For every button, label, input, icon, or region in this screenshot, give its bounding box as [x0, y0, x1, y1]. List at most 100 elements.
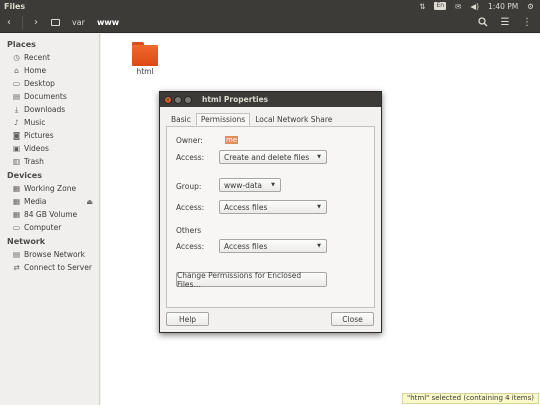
desktop-folder-icon: ▭ — [12, 79, 21, 88]
sidebar-item-computer[interactable]: ▭ Computer — [0, 221, 99, 234]
group-access-value: Access files — [224, 202, 268, 212]
status-bar: "html" selected (containing 4 items) — [401, 393, 539, 404]
sidebar-item-label: Music — [24, 118, 46, 127]
others-access-select[interactable]: Access files ▼ — [219, 239, 327, 253]
breadcrumb-var[interactable]: var — [72, 18, 85, 27]
drive-icon: ▦ — [12, 197, 21, 206]
documents-folder-icon: ▤ — [12, 92, 21, 101]
sidebar-item-videos[interactable]: ▣ Videos — [0, 142, 99, 155]
sidebar-item-music[interactable]: ♪ Music — [0, 116, 99, 129]
folder-html[interactable]: html — [130, 42, 160, 76]
sidebar-item-label: Home — [24, 66, 47, 75]
chevron-down-icon: ▼ — [317, 204, 321, 210]
keyboard-layout-indicator[interactable]: En — [434, 2, 447, 10]
permissions-panel: Owner: me Access: Create and delete file… — [166, 126, 375, 308]
sidebar-item-connect-to-server[interactable]: ⇄ Connect to Server — [0, 261, 99, 274]
sidebar-item-label: Browse Network — [24, 250, 86, 259]
chevron-down-icon: ▼ — [317, 243, 321, 249]
sidebar-item-media[interactable]: ▦ Media ⏏ — [0, 195, 99, 208]
sidebar-item-label: Recent — [24, 53, 50, 62]
list-view-icon[interactable]: ☰ — [496, 14, 514, 31]
volume-icon[interactable]: ◀) — [470, 2, 479, 11]
videos-icon: ▣ — [12, 144, 21, 153]
others-access-value: Access files — [224, 241, 268, 251]
drive-icon: ▦ — [12, 210, 21, 219]
sidebar-item-label: Desktop — [24, 79, 55, 88]
group-access-select[interactable]: Access files ▼ — [219, 200, 327, 214]
change-permissions-enclosed-button[interactable]: Change Permissions for Enclosed Files… — [176, 271, 327, 289]
clock[interactable]: 1:40 PM — [488, 2, 518, 11]
sidebar-item-label: Media — [24, 197, 47, 206]
help-button[interactable]: Help — [166, 312, 209, 326]
gear-icon[interactable]: ⚙ — [527, 2, 534, 11]
back-button[interactable]: ‹ — [0, 14, 18, 31]
drive-icon[interactable] — [51, 18, 60, 26]
sidebar-item-label: 84 GB Volume — [24, 210, 78, 219]
minimize-window-button[interactable] — [174, 95, 182, 104]
network-icon: ▤ — [12, 250, 21, 259]
others-heading: Others — [176, 226, 202, 235]
close-button[interactable]: Close — [331, 312, 374, 326]
dialog-titlebar[interactable]: × html Properties — [160, 92, 381, 107]
owner-access-value: Create and delete files — [224, 152, 310, 162]
app-name: Files — [4, 1, 26, 11]
sidebar-item-documents[interactable]: ▤ Documents — [0, 90, 99, 103]
breadcrumb-www[interactable]: www — [97, 18, 119, 27]
sidebar-item-label: Trash — [24, 157, 44, 166]
sidebar-item-downloads[interactable]: ⤓ Downloads — [0, 103, 99, 116]
search-icon[interactable] — [474, 14, 492, 31]
owner-access-select[interactable]: Create and delete files ▼ — [219, 150, 327, 164]
sidebar-item-desktop[interactable]: ▭ Desktop — [0, 77, 99, 90]
sidebar-item-label: Computer — [24, 223, 62, 232]
sidebar-item-pictures[interactable]: ◙ Pictures — [0, 129, 99, 142]
home-icon: ⌂ — [14, 66, 19, 75]
sidebar-item-84gb-volume[interactable]: ▦ 84 GB Volume — [0, 208, 99, 221]
properties-dialog: × html Properties Basic Permissions Loca… — [159, 91, 382, 333]
network-updown-icon[interactable]: ⇅ — [419, 2, 425, 11]
camera-icon: ◙ — [12, 131, 21, 140]
toolbar-divider — [22, 15, 23, 29]
tab-local-network-share[interactable]: Local Network Share — [250, 113, 337, 126]
dialog-footer: Help Close — [160, 304, 381, 332]
drive-icon: ▦ — [12, 184, 21, 193]
devices-heading: Devices — [7, 171, 42, 180]
sidebar-item-working-zone[interactable]: ▦ Working Zone — [0, 182, 99, 195]
eject-icon[interactable]: ⏏ — [86, 198, 93, 206]
header-bar: ‹ › var www ☰ ⋮ — [0, 12, 540, 33]
sidebar-item-home[interactable]: ⌂ Home — [0, 64, 99, 77]
forward-button[interactable]: › — [27, 14, 45, 31]
music-icon: ♪ — [14, 118, 19, 127]
computer-icon: ▭ — [12, 223, 21, 232]
folder-icon — [132, 42, 158, 66]
sidebar-item-label: Downloads — [24, 105, 66, 114]
group-access-label: Access: — [176, 203, 205, 212]
maximize-window-button[interactable] — [184, 95, 192, 104]
places-heading: Places — [7, 40, 36, 49]
mail-envelope-icon[interactable]: ✉ — [455, 2, 461, 11]
owner-access-label: Access: — [176, 153, 205, 162]
sidebar-item-browse-network[interactable]: ▤ Browse Network — [0, 248, 99, 261]
chevron-down-icon: ▼ — [271, 182, 275, 188]
tab-permissions[interactable]: Permissions — [195, 113, 251, 126]
server-icon: ⇄ — [13, 263, 20, 272]
dialog-title: html Properties — [202, 95, 269, 104]
sidebar-item-trash[interactable]: ▥ Trash — [0, 155, 99, 168]
tab-bar: Basic Permissions Local Network Share — [166, 113, 375, 126]
trash-icon: ▥ — [12, 157, 21, 166]
owner-value: me — [225, 136, 239, 144]
close-window-button[interactable]: × — [164, 95, 172, 104]
tab-basic[interactable]: Basic — [166, 113, 196, 126]
downloads-icon: ⤓ — [14, 105, 19, 114]
sidebar-item-recent[interactable]: ◷ Recent — [0, 51, 99, 64]
owner-label: Owner: — [176, 136, 203, 145]
breadcrumb: var www — [51, 18, 119, 27]
group-label: Group: — [176, 182, 202, 191]
sidebar-item-label: Videos — [24, 144, 49, 153]
network-heading: Network — [7, 237, 46, 246]
chevron-down-icon: ▼ — [317, 154, 321, 160]
menu-icon[interactable]: ⋮ — [518, 14, 536, 31]
group-value: www-data — [224, 180, 263, 190]
group-select[interactable]: www-data ▼ — [219, 178, 281, 192]
sidebar-item-label: Documents — [24, 92, 67, 101]
clock-icon: ◷ — [13, 53, 20, 62]
